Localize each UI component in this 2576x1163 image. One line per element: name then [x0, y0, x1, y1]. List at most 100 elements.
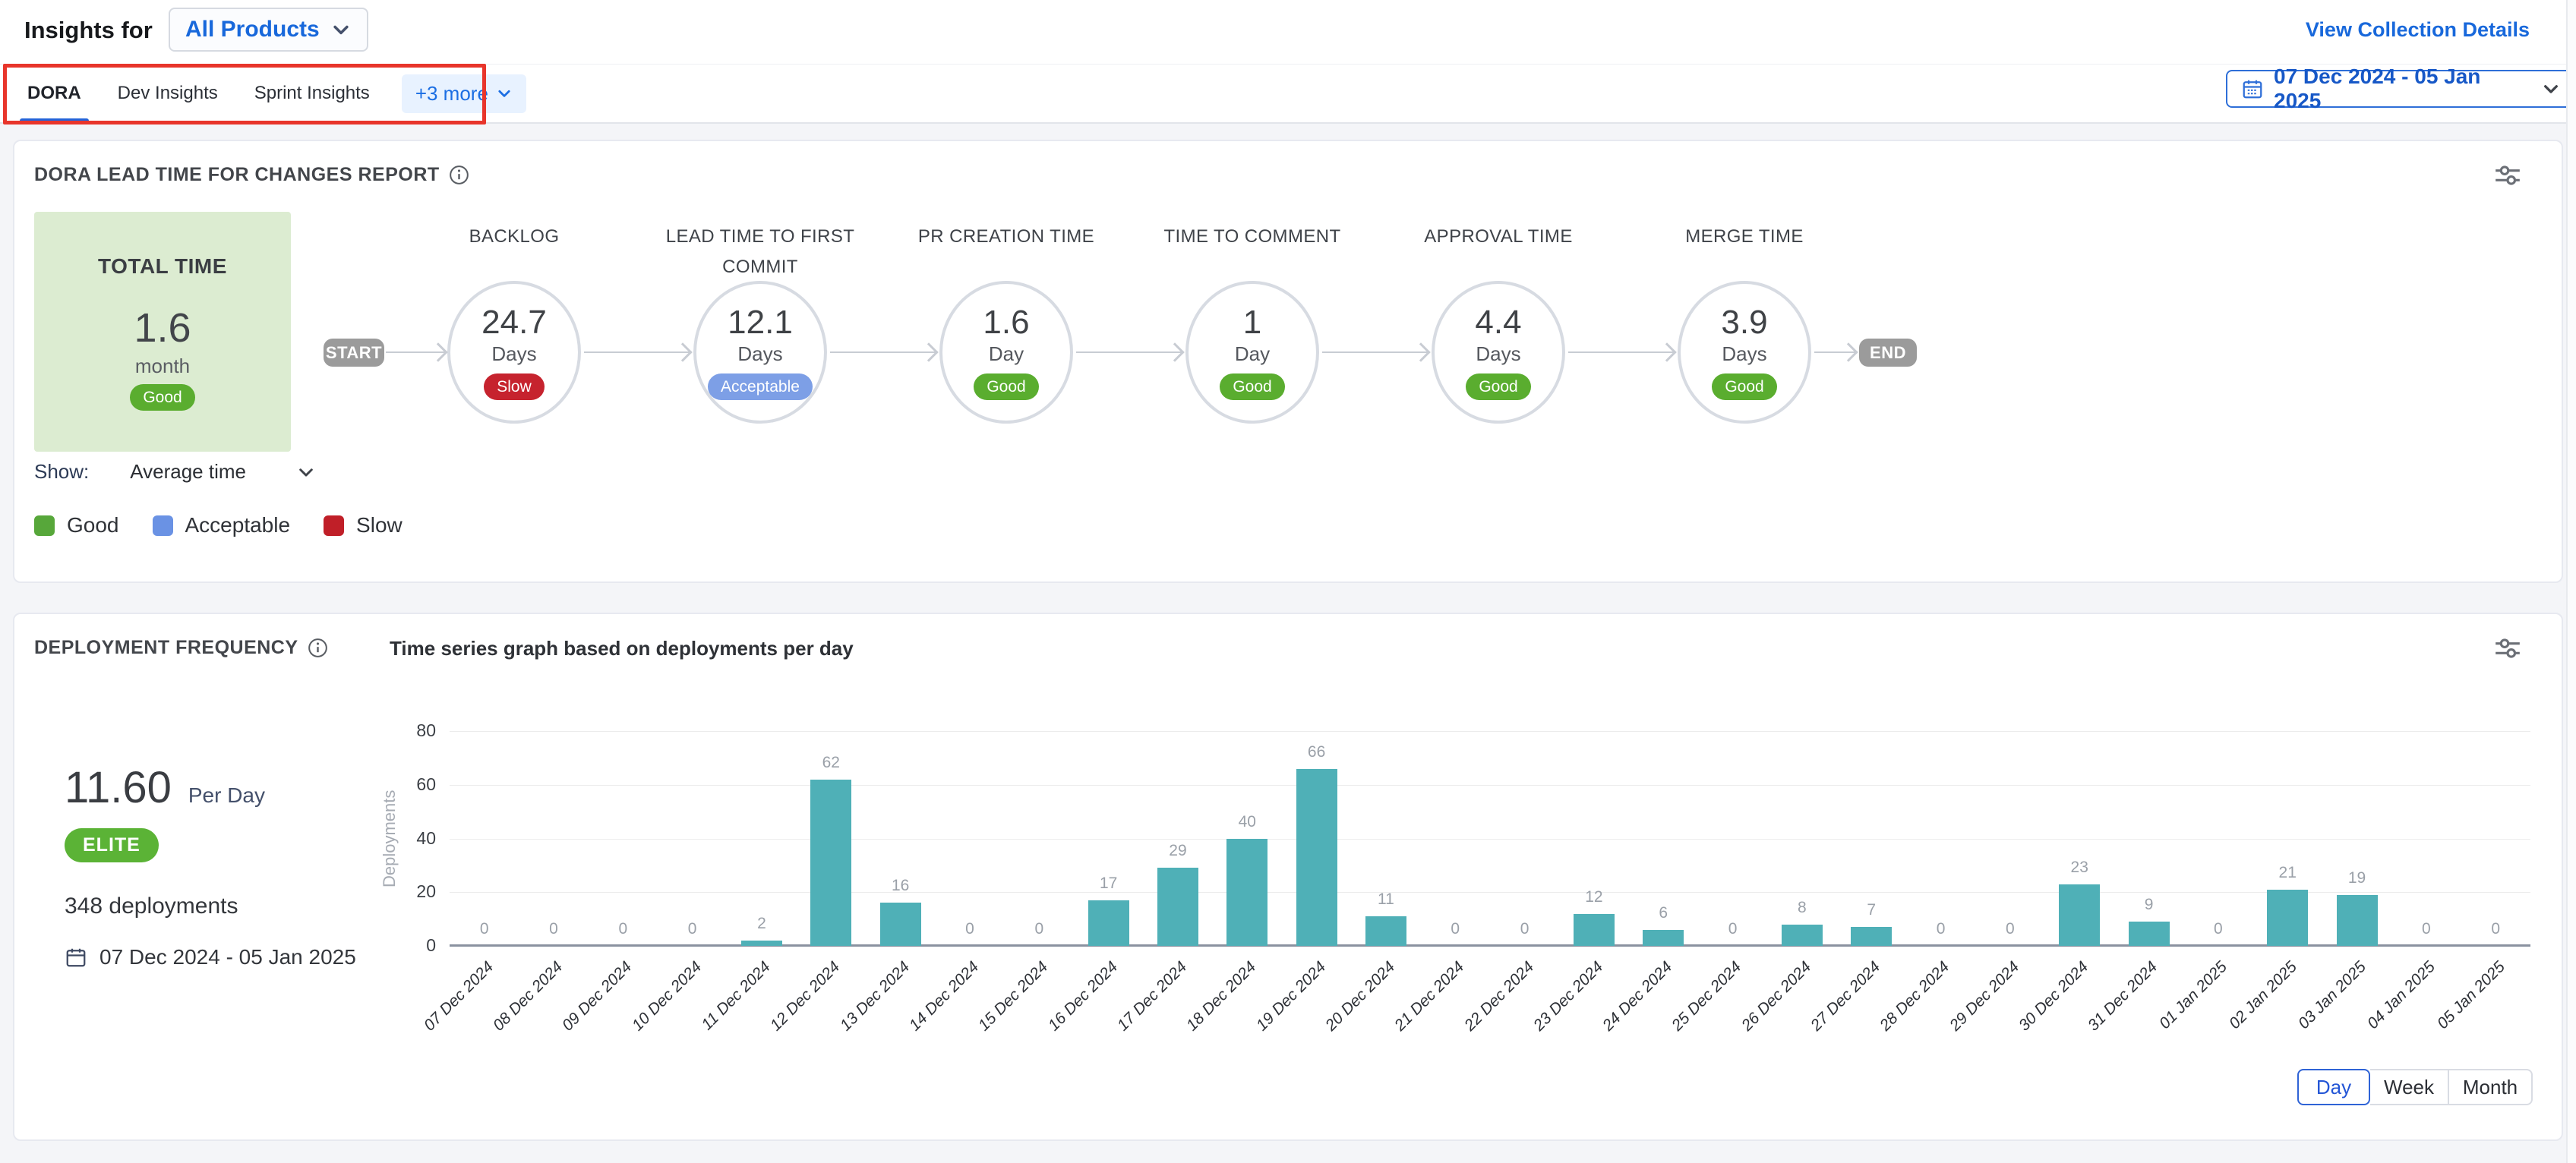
- bar-slot: 21: [2253, 731, 2322, 946]
- product-selector[interactable]: All Products: [169, 8, 368, 52]
- bar-slot: 40: [1213, 731, 1282, 946]
- total-time-card: TOTAL TIME 1.6 month Good: [34, 212, 291, 452]
- legend-swatch: [153, 515, 173, 536]
- x-axis-labels: 07 Dec 202408 Dec 202409 Dec 202410 Dec …: [450, 950, 2530, 1064]
- bar-slot: 9: [2114, 731, 2183, 946]
- stage-value: 12.1: [728, 304, 793, 341]
- deployment-bar[interactable]: [1226, 839, 1267, 947]
- tab-dev-insights[interactable]: Dev Insights: [113, 64, 223, 123]
- show-value: Average time: [130, 460, 246, 484]
- flow-start-pill: START: [324, 339, 384, 367]
- flow-end-pill: END: [1859, 339, 1917, 367]
- flow-arrow: [830, 351, 936, 353]
- granularity-day-button[interactable]: Day: [2297, 1069, 2370, 1105]
- granularity-week-button[interactable]: Week: [2370, 1069, 2449, 1105]
- dora-dashboard: Insights for All Products View Collectio…: [0, 0, 2576, 1163]
- flow-arrow: [386, 351, 446, 353]
- calendar-icon: [2241, 77, 2264, 100]
- bar-slot: 17: [1074, 731, 1143, 946]
- deployment-bar[interactable]: [1574, 914, 1615, 946]
- stage-value: 1: [1243, 304, 1261, 341]
- deployment-frequency-title: DEPLOYMENT FREQUENCY: [34, 637, 298, 659]
- tab-dora[interactable]: DORA: [23, 64, 86, 123]
- info-icon[interactable]: [308, 638, 328, 658]
- tabs-more-button[interactable]: +3 more: [402, 74, 526, 113]
- legend-label: Good: [67, 513, 119, 537]
- lead-time-card-title: DORA LEAD TIME FOR CHANGES REPORT: [34, 164, 440, 186]
- bar-slot: 0: [1490, 731, 1559, 946]
- view-collection-details-link[interactable]: View Collection Details: [2306, 18, 2530, 42]
- calendar-icon: [65, 946, 87, 969]
- granularity-toggle: Day Week Month: [2297, 1069, 2533, 1105]
- chart-settings-icon[interactable]: [2493, 162, 2522, 192]
- chevron-down-icon: [496, 85, 513, 102]
- stage-title: BACKLOG: [408, 222, 620, 252]
- status-badge: Slow: [484, 373, 545, 400]
- date-range-picker[interactable]: 07 Dec 2024 - 05 Jan 2025: [2226, 70, 2576, 108]
- tabs: DORA Dev Insights Sprint Insights +3 mor…: [23, 64, 526, 123]
- stage-value: 4.4: [1475, 304, 1521, 341]
- x-axis-label: 07 Dec 2024: [420, 958, 497, 1035]
- deployment-bar[interactable]: [810, 780, 851, 946]
- legend-swatch: [34, 515, 55, 536]
- deployment-bar[interactable]: [1851, 927, 1892, 946]
- info-icon[interactable]: [449, 165, 469, 185]
- deployment-bar[interactable]: [2337, 895, 2378, 946]
- bar-slot: 0: [1975, 731, 2044, 946]
- stage-node-merge-time: 3.9 Days Good: [1678, 281, 1811, 424]
- deployment-frequency-card: DEPLOYMENT FREQUENCY Time series graph b…: [13, 613, 2563, 1141]
- bar-slot: 66: [1282, 731, 1351, 946]
- bar-slot: 0: [1906, 731, 1975, 946]
- status-badge: Good: [1712, 373, 1776, 400]
- deployment-bar[interactable]: [2267, 890, 2308, 946]
- bar-slot: 6: [1629, 731, 1698, 946]
- bar-slot: 0: [519, 731, 588, 946]
- deployment-bar[interactable]: [1088, 900, 1129, 946]
- show-metric-select[interactable]: Show: Average time: [34, 460, 316, 484]
- total-time-unit: month: [135, 355, 190, 378]
- scrollbar[interactable]: [2566, 0, 2576, 1163]
- deployment-bar[interactable]: [1157, 868, 1198, 946]
- stage-title: APPROVAL TIME: [1392, 222, 1605, 252]
- deployment-bar[interactable]: [1365, 916, 1406, 946]
- bar-slot: 19: [2322, 731, 2391, 946]
- deployment-bar[interactable]: [1296, 769, 1337, 946]
- stage-unit: Day: [989, 342, 1024, 366]
- deployment-bar[interactable]: [880, 903, 921, 946]
- bar-slot: 0: [2391, 731, 2461, 946]
- deployment-bar[interactable]: [741, 941, 782, 946]
- deployment-bar[interactable]: [1643, 930, 1684, 946]
- deployment-bar[interactable]: [2059, 884, 2100, 946]
- bar-slot: 11: [1351, 731, 1420, 946]
- bar-slot: 0: [1005, 731, 1074, 946]
- chart-settings-icon[interactable]: [2493, 635, 2522, 665]
- y-tick-label: 20: [360, 881, 436, 902]
- date-range-value: 07 Dec 2024 - 05 Jan 2025: [2274, 65, 2531, 113]
- bar-slot: 0: [658, 731, 727, 946]
- granularity-month-button[interactable]: Month: [2449, 1069, 2533, 1105]
- status-badge: Good: [974, 373, 1038, 400]
- stage-node-time-to-comment: 1 Day Good: [1185, 281, 1319, 424]
- stage-title: MERGE TIME: [1638, 222, 1851, 252]
- stage-title: TIME TO COMMENT: [1146, 222, 1359, 252]
- y-tick-label: 60: [360, 774, 436, 795]
- product-selector-value: All Products: [185, 17, 320, 43]
- bar-slot: 62: [797, 731, 866, 946]
- stage-value: 3.9: [1721, 304, 1767, 341]
- total-time-value: 1.6: [134, 307, 191, 348]
- lead-time-card: DORA LEAD TIME FOR CHANGES REPORT TOTAL …: [13, 140, 2563, 583]
- deployment-rate-unit: Per Day: [188, 783, 265, 808]
- flow-arrow: [1076, 351, 1182, 353]
- x-label-slot: 05 Jan 2025: [2461, 950, 2530, 1064]
- stage-node-lead-time-to-first-commit: 12.1 Days Acceptable: [693, 281, 827, 424]
- deployment-bar[interactable]: [1782, 925, 1823, 946]
- deployment-bar[interactable]: [2129, 922, 2170, 946]
- deployment-date-range: 07 Dec 2024 - 05 Jan 2025: [99, 945, 356, 969]
- bar-slot: 0: [1421, 731, 1490, 946]
- stage-title: LEAD TIME TO FIRST COMMIT: [654, 222, 867, 282]
- status-badge: Good: [130, 384, 194, 411]
- stage-unit: Day: [1235, 342, 1270, 366]
- bar-value-label: 0: [2446, 920, 2546, 938]
- tab-sprint-insights[interactable]: Sprint Insights: [250, 64, 374, 123]
- show-label: Show:: [34, 460, 89, 484]
